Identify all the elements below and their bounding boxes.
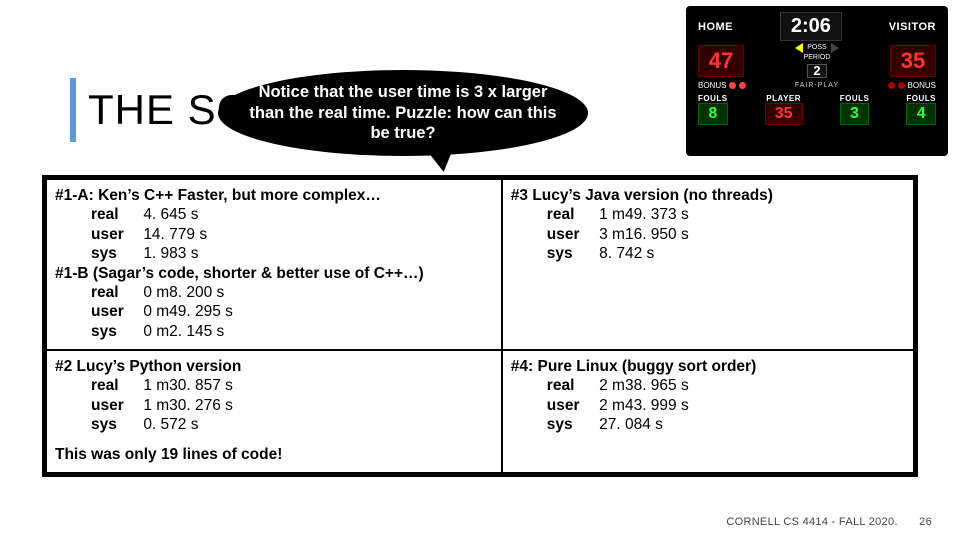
bonus-dot-icon [729,82,736,89]
cell-1a-1b: #1-A: Ken’s C++ Faster, but more complex… [46,179,502,350]
poss-right-icon [831,43,839,53]
v-1a-real: 4. 645 s [143,205,198,224]
footer-page: 26 [919,516,932,528]
sb-home-fouls: 8 [698,103,728,125]
v-1b-sys: 0 m2. 145 s [143,322,224,341]
v-4-real: 2 m38. 965 s [599,376,689,395]
footer-course: CORNELL CS 4414 - FALL 2020. [726,516,897,528]
lbl-user: user [547,225,595,244]
table-row: #1-A: Ken’s C++ Faster, but more complex… [46,179,914,350]
cell-4: #4: Pure Linux (buggy sort order) real 2… [502,350,914,473]
lbl-sys: sys [91,244,139,263]
sb-home-label: HOME [698,21,733,33]
sb-poss-label: POSS [807,43,826,53]
sb-player-label: PLAYER [765,94,803,103]
callout-bubble: Notice that the user time is 3 x larger … [218,70,588,156]
sb-mid: POSS PERIOD 2 [795,43,838,79]
h-3: #3 Lucy’s Java version (no threads) [511,186,905,205]
bonus-dot-icon [739,82,746,89]
lbl-real: real [91,376,139,395]
sb-visitor-score: 35 [890,45,936,77]
scoreboard-graphic: HOME 2:06 VISITOR 47 POSS PERIOD 2 35 BO… [686,6,948,156]
title-accent-bar [70,78,76,142]
sb-home-score: 47 [698,45,744,77]
sb-clock: 2:06 [780,12,842,41]
sb-visitor-fouls: 4 [906,103,936,125]
v-3-real: 1 m49. 373 s [599,205,689,224]
v-2-real: 1 m30. 857 s [143,376,233,395]
v-3-user: 3 m16. 950 s [599,225,689,244]
h-2: #2 Lucy’s Python version [55,357,493,376]
lbl-sys: sys [547,244,595,263]
v-1b-real: 0 m8. 200 s [143,283,224,302]
v-1a-user: 14. 779 s [143,225,207,244]
sb-fairplay: FAIR-PLAY [795,82,839,89]
sb-visitor-fouls-label: FOULS [906,94,936,103]
callout-text: Notice that the user time is 3 x larger … [246,82,560,144]
lbl-real: real [91,283,139,302]
lbl-sys: sys [547,415,595,434]
cell-2: #2 Lucy’s Python version real 1 m30. 857… [46,350,502,473]
sb-home-fouls-label: FOULS [698,94,728,103]
v-1a-sys: 1. 983 s [143,244,198,263]
sb-player-fouls: 3 [840,103,870,125]
lbl-user: user [91,302,139,321]
h-1a: #1-A: Ken’s C++ Faster, but more complex… [55,186,493,205]
lbl-real: real [547,376,595,395]
sb-home-bonus: BONUS [698,81,746,90]
lbl-real: real [91,205,139,224]
table-row: #2 Lucy’s Python version real 1 m30. 857… [46,350,914,473]
lbl-real: real [547,205,595,224]
lbl-user: user [91,396,139,415]
sb-visitor-bonus: BONUS [888,81,936,90]
bonus-dot-icon [888,82,895,89]
sb-period-value: 2 [807,64,826,78]
lbl-user: user [91,225,139,244]
sb-period-label: PERIOD [795,53,838,63]
h-4: #4: Pure Linux (buggy sort order) [511,357,905,376]
slide-footer: CORNELL CS 4414 - FALL 2020. 26 [726,516,932,528]
sb-player: 35 [765,103,803,125]
sb-home-bonus-label: BONUS [698,81,726,90]
v-3-sys: 8. 742 s [599,244,654,263]
bonus-dot-icon [898,82,905,89]
sb-player-fouls-label: FOULS [840,94,870,103]
poss-left-icon [795,43,803,53]
lbl-sys: sys [91,415,139,434]
sb-visitor-bonus-label: BONUS [908,81,936,90]
h-1b: #1-B (Sagar’s code, shorter & better use… [55,264,493,283]
v-4-sys: 27. 084 s [599,415,663,434]
lbl-user: user [547,396,595,415]
v-2-user: 1 m30. 276 s [143,396,233,415]
results-table: #1-A: Ken’s C++ Faster, but more complex… [42,175,918,477]
sb-visitor-label: VISITOR [889,21,936,33]
v-4-user: 2 m43. 999 s [599,396,689,415]
lbl-sys: sys [91,322,139,341]
cell-3: #3 Lucy’s Java version (no threads) real… [502,179,914,350]
note-19-lines: This was only 19 lines of code! [55,445,493,464]
v-2-sys: 0. 572 s [143,415,198,434]
sb-clock-value: 2:06 [791,15,831,38]
v-1b-user: 0 m49. 295 s [143,302,233,321]
